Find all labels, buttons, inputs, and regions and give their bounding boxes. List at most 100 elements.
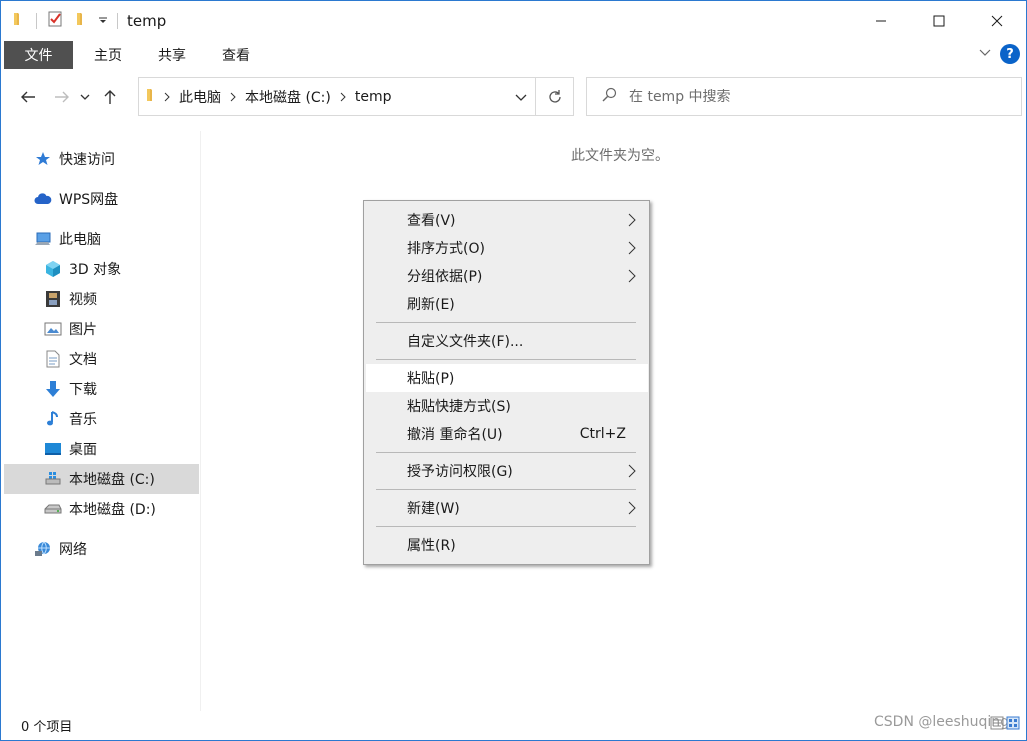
sidebar-item-desktop[interactable]: 桌面	[4, 434, 199, 464]
help-button[interactable]: ?	[1000, 44, 1020, 64]
menu-item-undo-rename[interactable]: 撤消 重命名(U) Ctrl+Z	[366, 420, 648, 448]
sidebar-item-label: 音乐	[69, 412, 97, 428]
folder-icon	[145, 87, 159, 107]
title-bar: temp	[1, 1, 1026, 41]
toolbar-divider	[36, 13, 37, 29]
computer-icon	[34, 230, 52, 248]
menu-item-give-access[interactable]: 授予访问权限(G)	[366, 457, 648, 485]
large-icons-view-icon[interactable]	[1006, 716, 1020, 734]
forward-arrow-icon[interactable]	[47, 82, 77, 112]
menu-item-group-by[interactable]: 分组依据(P)	[366, 262, 648, 290]
ribbon-right-controls: ?	[978, 44, 1020, 64]
sidebar-item-music[interactable]: 音乐	[4, 404, 199, 434]
maximize-button[interactable]	[910, 1, 968, 41]
breadcrumb-chevron-right-icon[interactable]	[229, 92, 237, 102]
breadcrumb-local-disk-c[interactable]: 本地磁盘 (C:)	[245, 87, 331, 107]
breadcrumb-this-pc[interactable]: 此电脑	[179, 87, 221, 107]
chevron-right-icon	[628, 501, 636, 519]
menu-item-label: 刷新(E)	[407, 297, 455, 313]
sidebar-item-label: 文档	[69, 352, 97, 368]
menu-item-label: 分组依据(P)	[407, 269, 483, 285]
menu-item-paste[interactable]: 粘贴(P)	[366, 364, 648, 392]
sidebar-item-label: 网络	[59, 542, 87, 558]
details-view-icon[interactable]	[990, 716, 1004, 734]
cloud-icon	[34, 190, 52, 208]
sidebar-item-local-disk-c[interactable]: 本地磁盘 (C:)	[4, 464, 199, 494]
empty-folder-message: 此文件夹为空。	[571, 148, 669, 164]
expand-ribbon-chevron-down-icon[interactable]	[978, 46, 992, 62]
customize-toolbar-dropdown-icon[interactable]	[98, 13, 108, 29]
folder-icon	[11, 11, 27, 31]
star-icon	[34, 150, 52, 168]
sidebar-item-videos[interactable]: 视频	[4, 284, 199, 314]
menu-item-customize-folder[interactable]: 自定义文件夹(F)...	[366, 327, 648, 355]
search-input[interactable]	[629, 88, 989, 105]
properties-icon[interactable]	[46, 10, 64, 32]
windows-drive-icon	[44, 470, 62, 488]
menu-separator	[376, 359, 636, 360]
back-arrow-icon[interactable]	[13, 82, 43, 112]
status-item-count: 0 个项目	[21, 720, 73, 735]
breadcrumb-chevron-right-icon[interactable]	[163, 92, 171, 102]
tab-file[interactable]: 文件	[4, 41, 73, 69]
navigation-pane: 快速访问 WPS网盘 此电脑 3D 对象 视频 图片 文档 下载 音乐 桌面 本…	[1, 131, 201, 711]
chevron-right-icon	[628, 269, 636, 287]
sidebar-item-label: 3D 对象	[69, 262, 122, 278]
breadcrumb-chevron-right-icon[interactable]	[339, 92, 347, 102]
menu-item-label: 自定义文件夹(F)...	[407, 334, 524, 350]
document-icon	[44, 350, 62, 368]
menu-item-label: 新建(W)	[407, 501, 460, 517]
new-folder-icon[interactable]	[74, 11, 90, 31]
menu-item-refresh[interactable]: 刷新(E)	[366, 290, 648, 318]
tab-share[interactable]: 共享	[142, 41, 202, 69]
menu-item-label: 粘贴(P)	[407, 371, 455, 387]
menu-item-view[interactable]: 查看(V)	[366, 206, 648, 234]
menu-item-label: 排序方式(O)	[407, 241, 485, 257]
watermark-text: CSDN @leeshuqing	[874, 714, 1010, 730]
tab-home[interactable]: 主页	[78, 41, 138, 69]
sidebar-item-local-disk-d[interactable]: 本地磁盘 (D:)	[4, 494, 199, 524]
sidebar-item-this-pc[interactable]: 此电脑	[4, 224, 199, 254]
minimize-button[interactable]	[852, 1, 910, 41]
tab-view[interactable]: 查看	[206, 41, 266, 69]
sidebar-item-label: 下载	[69, 382, 97, 398]
menu-item-paste-shortcut[interactable]: 粘贴快捷方式(S)	[366, 392, 648, 420]
chevron-right-icon	[628, 213, 636, 231]
sidebar-item-label: 本地磁盘 (C:)	[69, 472, 155, 488]
menu-item-properties[interactable]: 属性(R)	[366, 531, 648, 559]
sidebar-item-3d-objects[interactable]: 3D 对象	[4, 254, 199, 284]
window-controls	[852, 1, 1026, 41]
menu-item-new[interactable]: 新建(W)	[366, 494, 648, 522]
sidebar-item-quick-access[interactable]: 快速访问	[4, 144, 199, 174]
sidebar-item-downloads[interactable]: 下载	[4, 374, 199, 404]
context-menu: 查看(V) 排序方式(O) 分组依据(P) 刷新(E) 自定义文件夹(F)...…	[363, 200, 650, 565]
sidebar-item-label: 图片	[69, 322, 97, 338]
up-arrow-icon[interactable]	[95, 82, 125, 112]
search-box[interactable]	[586, 77, 1022, 116]
sidebar-item-documents[interactable]: 文档	[4, 344, 199, 374]
sidebar-item-label: 视频	[69, 292, 97, 308]
sidebar-item-network[interactable]: 网络	[4, 534, 199, 564]
chevron-right-icon	[628, 241, 636, 259]
recent-locations-chevron-down-icon[interactable]	[77, 82, 93, 112]
sidebar-item-wps-cloud[interactable]: WPS网盘	[4, 184, 199, 214]
download-arrow-icon	[44, 380, 62, 398]
chevron-right-icon	[628, 464, 636, 482]
breadcrumb-temp[interactable]: temp	[355, 89, 392, 105]
network-icon	[34, 540, 52, 558]
menu-item-label: 粘贴快捷方式(S)	[407, 399, 511, 415]
quick-access-toolbar	[11, 1, 127, 41]
film-icon	[44, 290, 62, 308]
address-bar[interactable]: 此电脑 本地磁盘 (C:) temp	[138, 77, 536, 116]
cube-icon	[44, 260, 62, 278]
menu-item-sort-by[interactable]: 排序方式(O)	[366, 234, 648, 262]
explorer-window: temp 文件 主页 共享 查看 ? 此电脑 本地磁盘 (C:) temp 在 …	[0, 0, 1027, 741]
address-history-chevron-down-icon[interactable]	[515, 90, 527, 106]
menu-separator	[376, 526, 636, 527]
sidebar-item-pictures[interactable]: 图片	[4, 314, 199, 344]
close-button[interactable]	[968, 1, 1026, 41]
sidebar-item-label: 本地磁盘 (D:)	[69, 502, 156, 518]
menu-separator	[376, 489, 636, 490]
refresh-button[interactable]	[535, 77, 574, 116]
music-note-icon	[44, 410, 62, 428]
